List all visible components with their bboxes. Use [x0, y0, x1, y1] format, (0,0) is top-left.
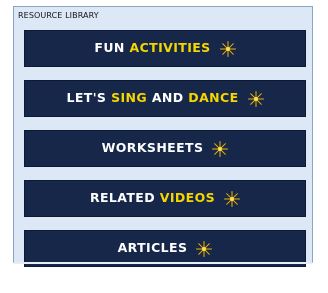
- label-part: FUN: [94, 40, 130, 56]
- label-part: DANCE: [188, 90, 239, 106]
- label-part: WORKSHEETS: [101, 140, 204, 156]
- label-part: SING: [111, 90, 148, 106]
- sparkle-star-icon: [219, 40, 236, 57]
- button-label: ARTICLES: [118, 242, 188, 255]
- label-part: ACTIVITIES: [129, 40, 211, 56]
- label-part: VIDEOS: [159, 190, 216, 206]
- button-label: WORKSHEETS: [102, 142, 204, 155]
- label-part: RELATED: [89, 190, 160, 206]
- sparkle-star-icon: [247, 90, 264, 107]
- lets-sing-and-dance-button[interactable]: LET'S SING AND DANCE: [24, 80, 306, 117]
- related-videos-button[interactable]: RELATED VIDEOS: [24, 180, 306, 217]
- panel-bottom-edge: [14, 262, 312, 264]
- label-part: ARTICLES: [117, 240, 188, 256]
- button-label: RELATED VIDEOS: [90, 192, 215, 205]
- panel-title: RESOURCE LIBRARY: [18, 11, 99, 20]
- label-part: LET'S: [66, 90, 112, 106]
- worksheets-button[interactable]: WORKSHEETS: [24, 130, 306, 167]
- sparkle-star-icon: [224, 190, 241, 207]
- sparkle-star-icon: [212, 140, 229, 157]
- label-part: AND: [147, 90, 189, 106]
- button-label: FUN ACTIVITIES: [94, 42, 210, 55]
- button-label: LET'S SING AND DANCE: [66, 92, 238, 105]
- sparkle-star-icon: [196, 240, 213, 257]
- fun-activities-button[interactable]: FUN ACTIVITIES: [24, 30, 306, 67]
- resource-library-panel: RESOURCE LIBRARY FUN ACTIVITIES LET'S SI…: [13, 6, 313, 267]
